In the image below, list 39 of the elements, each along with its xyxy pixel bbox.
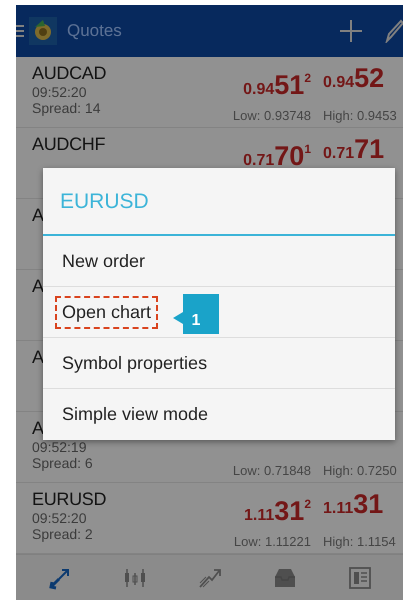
menu-item[interactable]: New order	[43, 236, 395, 287]
menu-item[interactable]: Symbol properties	[43, 338, 395, 389]
symbol-name: A	[32, 347, 44, 368]
screen-title: Quotes	[67, 21, 122, 41]
low-price: Low: 0.93748	[232, 108, 311, 123]
high-price: High: 1.1154	[323, 534, 396, 549]
high-price: High: 0.7250	[323, 463, 397, 478]
ask-price: 0.9452	[323, 63, 384, 95]
low-price: Low: 0.71848	[232, 463, 311, 478]
symbol-name: A	[32, 205, 44, 226]
symbol-name: AUDCAD	[32, 63, 106, 84]
quote-time: 09:52:19	[32, 439, 86, 455]
plus-icon	[339, 19, 363, 43]
high-price: High: 0.9453	[323, 108, 397, 123]
dialog-title: EURUSD	[43, 168, 395, 236]
symbol-name: AUDCHF	[32, 134, 106, 155]
low-price: Low: 1.11221	[234, 534, 311, 549]
edit-button[interactable]	[385, 19, 403, 43]
menu-item[interactable]: Open chart 1	[43, 287, 395, 338]
spread-label: Spread: 2	[32, 526, 93, 542]
newspaper-icon	[346, 564, 372, 590]
app-logo-icon	[29, 17, 57, 45]
menu-button[interactable]	[16, 23, 24, 39]
symbol-name: A	[32, 418, 44, 439]
callout-tag: 1	[173, 294, 219, 334]
quote-time: 09:52:20	[32, 84, 86, 100]
symbol-name: A	[32, 276, 44, 297]
bid-price: 0.9451$^{2}$	[243, 69, 311, 102]
spread-label: Spread: 6	[32, 455, 93, 471]
bid-price: 1.1131$^{2}$	[244, 495, 311, 528]
symbol-name: EURUSD	[32, 489, 106, 510]
add-button[interactable]	[339, 19, 363, 43]
ask-price: 1.1131	[323, 489, 384, 521]
quote-time: 09:52:20	[32, 510, 86, 526]
pencil-icon	[385, 19, 403, 43]
spread-label: Spread: 14	[32, 100, 100, 116]
ask-price: 0.7171	[323, 134, 384, 166]
menu-icon	[16, 23, 24, 39]
menu-item[interactable]: Simple view mode	[43, 389, 395, 440]
